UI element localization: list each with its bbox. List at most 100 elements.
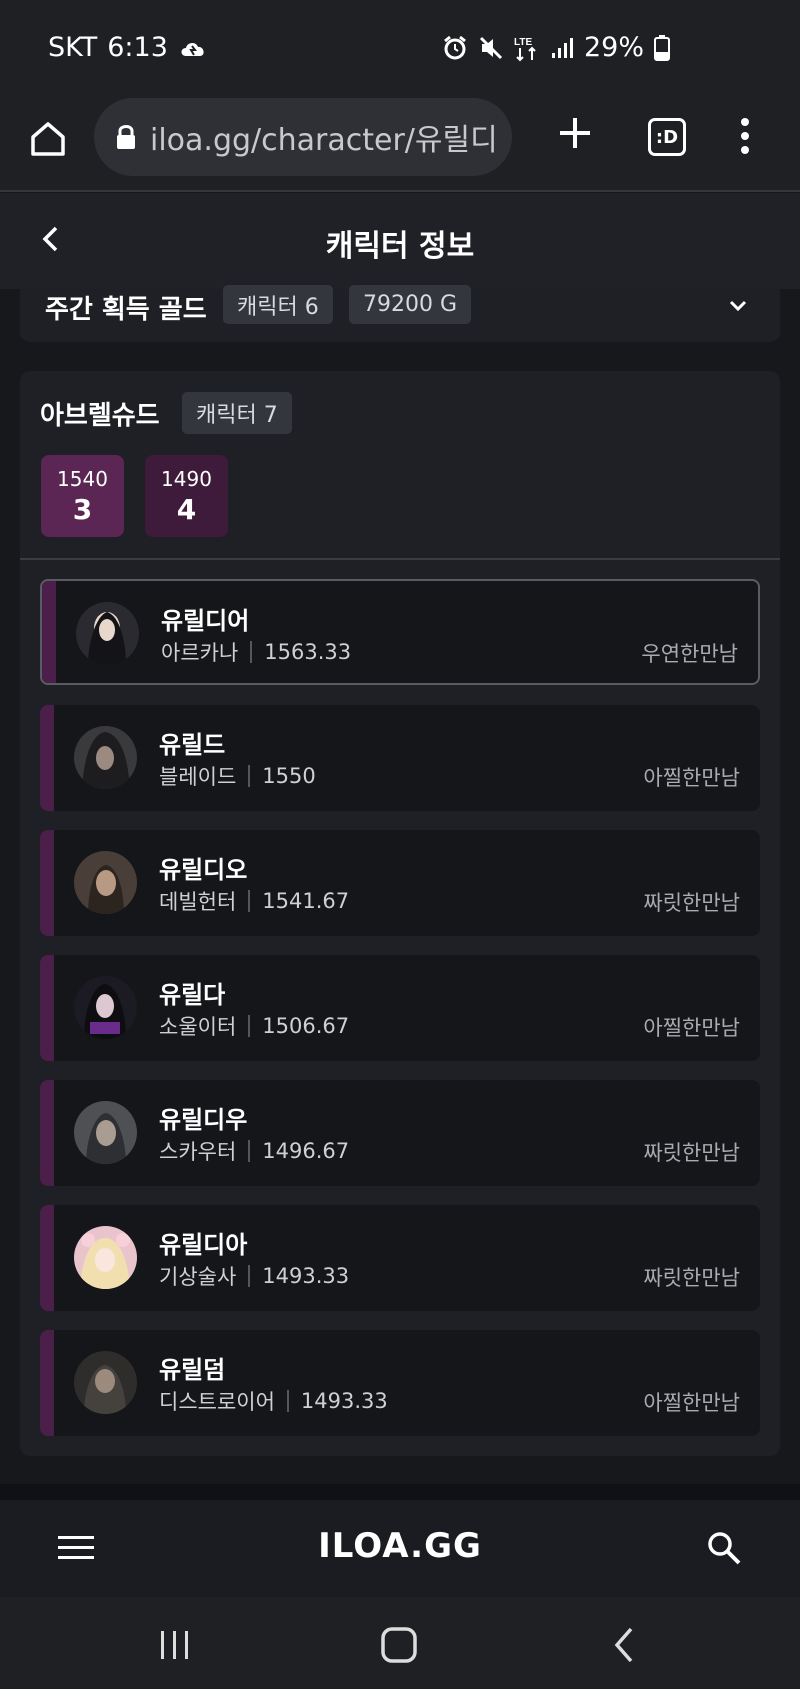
separator	[248, 765, 251, 787]
home-button[interactable]	[24, 115, 72, 163]
browser-menu-button[interactable]	[735, 113, 755, 159]
chevron-down-icon[interactable]	[726, 293, 750, 317]
home-nav-icon[interactable]	[379, 1625, 419, 1665]
battery-icon	[654, 34, 670, 61]
character-name: 유릴디우	[159, 1106, 248, 1134]
avatar	[76, 602, 139, 665]
weather-cloud-icon	[181, 42, 204, 56]
lock-icon	[117, 125, 135, 149]
character-class: 아르카나	[161, 641, 239, 665]
plus-icon	[560, 118, 590, 148]
character-row[interactable]: 유릴덤 디스트로이어 1493.33 아찔한만남	[40, 1330, 760, 1436]
character-item-level: 1550	[262, 764, 316, 788]
separator	[248, 890, 251, 912]
alarm-icon	[444, 35, 466, 59]
character-name: 유릴덤	[159, 1356, 226, 1384]
home-icon	[31, 122, 65, 156]
character-row[interactable]: 유릴다 소울이터 1506.67 아찔한만남	[40, 955, 760, 1061]
character-class: 디스트로이어	[159, 1390, 275, 1414]
level-group-level: 1540	[57, 467, 108, 491]
character-row[interactable]: 유릴디어 아르카나 1563.33 우연한만남	[40, 579, 760, 685]
more-vert-icon	[741, 118, 749, 154]
status-left: SKT 6:13	[48, 32, 208, 63]
character-meta: 데빌헌터 1541.67	[159, 886, 349, 916]
new-tab-button[interactable]	[553, 111, 597, 155]
separator	[250, 641, 253, 663]
character-meta: 스카우터 1496.67	[159, 1136, 349, 1166]
back-nav-icon[interactable]	[605, 1625, 645, 1665]
status-right: LTE 29%	[442, 32, 670, 63]
site-bottom-nav: ILOA.GG	[0, 1484, 800, 1597]
status-bar: SKT 6:13 LTE 29%	[0, 0, 800, 95]
level-group-count: 3	[72, 493, 93, 526]
avatar	[74, 1351, 137, 1414]
separator	[248, 1265, 251, 1287]
recent-apps-icon[interactable]	[155, 1625, 195, 1665]
tab-switcher-button[interactable]: :D	[648, 118, 686, 156]
character-guild: 짜릿한만남	[643, 1141, 740, 1165]
divider	[20, 558, 780, 560]
character-class: 스카우터	[159, 1140, 237, 1164]
weekly-gold-card[interactable]: 주간 획득 골드 캐릭터 6 79200 G	[20, 285, 780, 342]
character-guild: 짜릿한만남	[643, 1266, 740, 1290]
avatar	[74, 1226, 137, 1289]
battery-percent: 29%	[583, 32, 644, 63]
browser-toolbar: iloa.gg/character/유릴디 :D	[0, 95, 800, 192]
character-meta: 아르카나 1563.33	[161, 637, 351, 667]
character-item-level: 1563.33	[264, 640, 352, 664]
character-name: 유릴디어	[161, 607, 250, 635]
server-card: 아브렐슈드 캐릭터 7 1540 3 1490 4 유릴디어 아르카나 1563…	[20, 371, 780, 1456]
level-group-1490[interactable]: 1490 4	[145, 455, 228, 537]
character-meta: 블레이드 1550	[159, 761, 316, 791]
gold-character-count-badge: 캐릭터 6	[223, 285, 333, 324]
character-name: 유릴디아	[159, 1231, 248, 1259]
level-group-1540[interactable]: 1540 3	[41, 455, 124, 537]
weekly-gold-label: 주간 획득 골드	[45, 295, 207, 325]
character-item-level: 1493.33	[300, 1389, 388, 1413]
character-row[interactable]: 유릴디우 스카우터 1496.67 짜릿한만남	[40, 1080, 760, 1186]
separator	[248, 1015, 251, 1037]
character-item-level: 1496.67	[262, 1139, 350, 1163]
character-name: 유릴다	[159, 981, 226, 1009]
character-class: 데빌헌터	[159, 890, 237, 914]
character-meta: 기상술사 1493.33	[159, 1261, 349, 1291]
character-name: 유릴드	[159, 731, 226, 759]
row-accent-bar	[42, 581, 56, 683]
url-text: iloa.gg/character/유릴디	[150, 123, 498, 158]
character-guild: 아찔한만남	[643, 1016, 740, 1040]
server-character-count-badge: 캐릭터 7	[182, 392, 292, 434]
character-row[interactable]: 유릴디아 기상술사 1493.33 짜릿한만남	[40, 1205, 760, 1311]
character-guild: 우연한만남	[641, 642, 738, 666]
character-guild: 아찔한만남	[643, 1391, 740, 1415]
separator	[286, 1390, 289, 1412]
separator	[248, 1140, 251, 1162]
avatar	[74, 726, 137, 789]
avatar	[74, 976, 137, 1039]
character-meta: 디스트로이어 1493.33	[159, 1386, 388, 1416]
search-icon[interactable]	[706, 1530, 742, 1566]
character-guild: 아찔한만남	[643, 766, 740, 790]
row-accent-bar	[40, 1080, 54, 1186]
row-accent-bar	[40, 830, 54, 936]
row-accent-bar	[40, 1330, 54, 1436]
site-logo[interactable]: ILOA.GG	[0, 1526, 800, 1566]
clock: 6:13	[107, 32, 168, 63]
row-accent-bar	[40, 955, 54, 1061]
svg-text:LTE: LTE	[514, 37, 532, 48]
character-guild: 짜릿한만남	[643, 891, 740, 915]
character-class: 기상술사	[159, 1265, 237, 1289]
page-title: 캐릭터 정보	[325, 229, 475, 264]
tab-switcher-label: :D	[655, 126, 679, 148]
address-bar[interactable]: iloa.gg/character/유릴디	[94, 98, 512, 176]
avatar	[74, 1101, 137, 1164]
character-row[interactable]: 유릴디오 데빌헌터 1541.67 짜릿한만남	[40, 830, 760, 936]
character-item-level: 1541.67	[262, 889, 350, 913]
character-meta: 소울이터 1506.67	[159, 1011, 349, 1041]
character-class: 소울이터	[159, 1015, 237, 1039]
lte-icon: LTE	[514, 37, 536, 61]
server-name: 아브렐슈드	[40, 401, 160, 431]
character-row[interactable]: 유릴드 블레이드 1550 아찔한만남	[40, 705, 760, 811]
character-item-level: 1506.67	[262, 1014, 350, 1038]
level-group-level: 1490	[161, 467, 212, 491]
system-nav-bar	[0, 1597, 800, 1689]
